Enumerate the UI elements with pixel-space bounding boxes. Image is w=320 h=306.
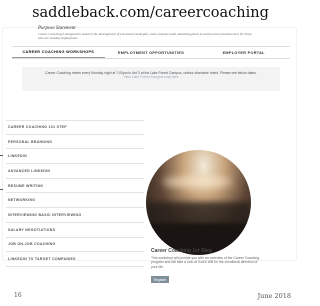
sidebar-item-linkedin-target-companies[interactable]: LINKEDIN TO TARGET COMPANIES — [6, 252, 144, 267]
page-number: 16 — [14, 292, 22, 299]
sidebar-item-personal-branding[interactable]: PERSONAL BRANDING — [6, 135, 144, 150]
edge-mark — [0, 155, 3, 156]
sidebar-item-interviewing[interactable]: INTERVIEWING BASIC INTERVIEWING — [6, 208, 144, 223]
workshop-sidebar: CAREER COACHING 101 STEP PERSONAL BRANDI… — [6, 120, 144, 267]
date-label: June 2018 — [257, 292, 291, 300]
cloud-highlight — [162, 176, 232, 188]
cloud-band — [146, 202, 251, 224]
workshop-title: Career Coaching 1st Step — [151, 248, 212, 254]
tab-employer-portal[interactable]: EMPLOYER PORTAL — [197, 47, 290, 58]
purpose-text: Career Coaching is designed to assist in… — [38, 32, 252, 41]
sidebar-item-salary-negotiations[interactable]: SALARY NEGOTIATIONS — [6, 223, 144, 238]
sidebar-item-resume-writing[interactable]: RESUME WRITING — [6, 179, 144, 194]
register-button[interactable]: Register — [151, 276, 169, 283]
sunset-clouds-image — [146, 150, 251, 255]
tab-career-coaching-workshops[interactable]: CAREER COACHING WORKSHOPS — [12, 47, 105, 58]
sidebar-item-on-the-job-coaching[interactable]: JOB ON-JOB COACHING — [6, 238, 144, 253]
sidebar-item-linkedin[interactable]: LINKEDIN — [6, 149, 144, 165]
sidebar-item-advanced-linkedin[interactable]: ADVANCED LINKEDIN — [6, 164, 144, 179]
sidebar-item-networking[interactable]: NETWORKING — [6, 193, 144, 209]
sidebar-item-career-coaching-101[interactable]: CAREER COACHING 101 STEP — [6, 120, 144, 135]
tab-employment-opportunities[interactable]: EMPLOYMENT OPPORTUNITIES — [105, 47, 198, 58]
purpose-heading: Purpose Statement — [38, 26, 76, 31]
workshop-description: This workshop will provide you with an o… — [151, 256, 259, 269]
page-title: saddleback.com/careercoaching — [32, 5, 269, 21]
tab-bar: CAREER COACHING WORKSHOPS EMPLOYMENT OPP… — [12, 46, 290, 59]
campus-map-link[interactable]: View Lake Forest Campus map here — [30, 75, 272, 79]
edge-mark — [0, 189, 3, 190]
